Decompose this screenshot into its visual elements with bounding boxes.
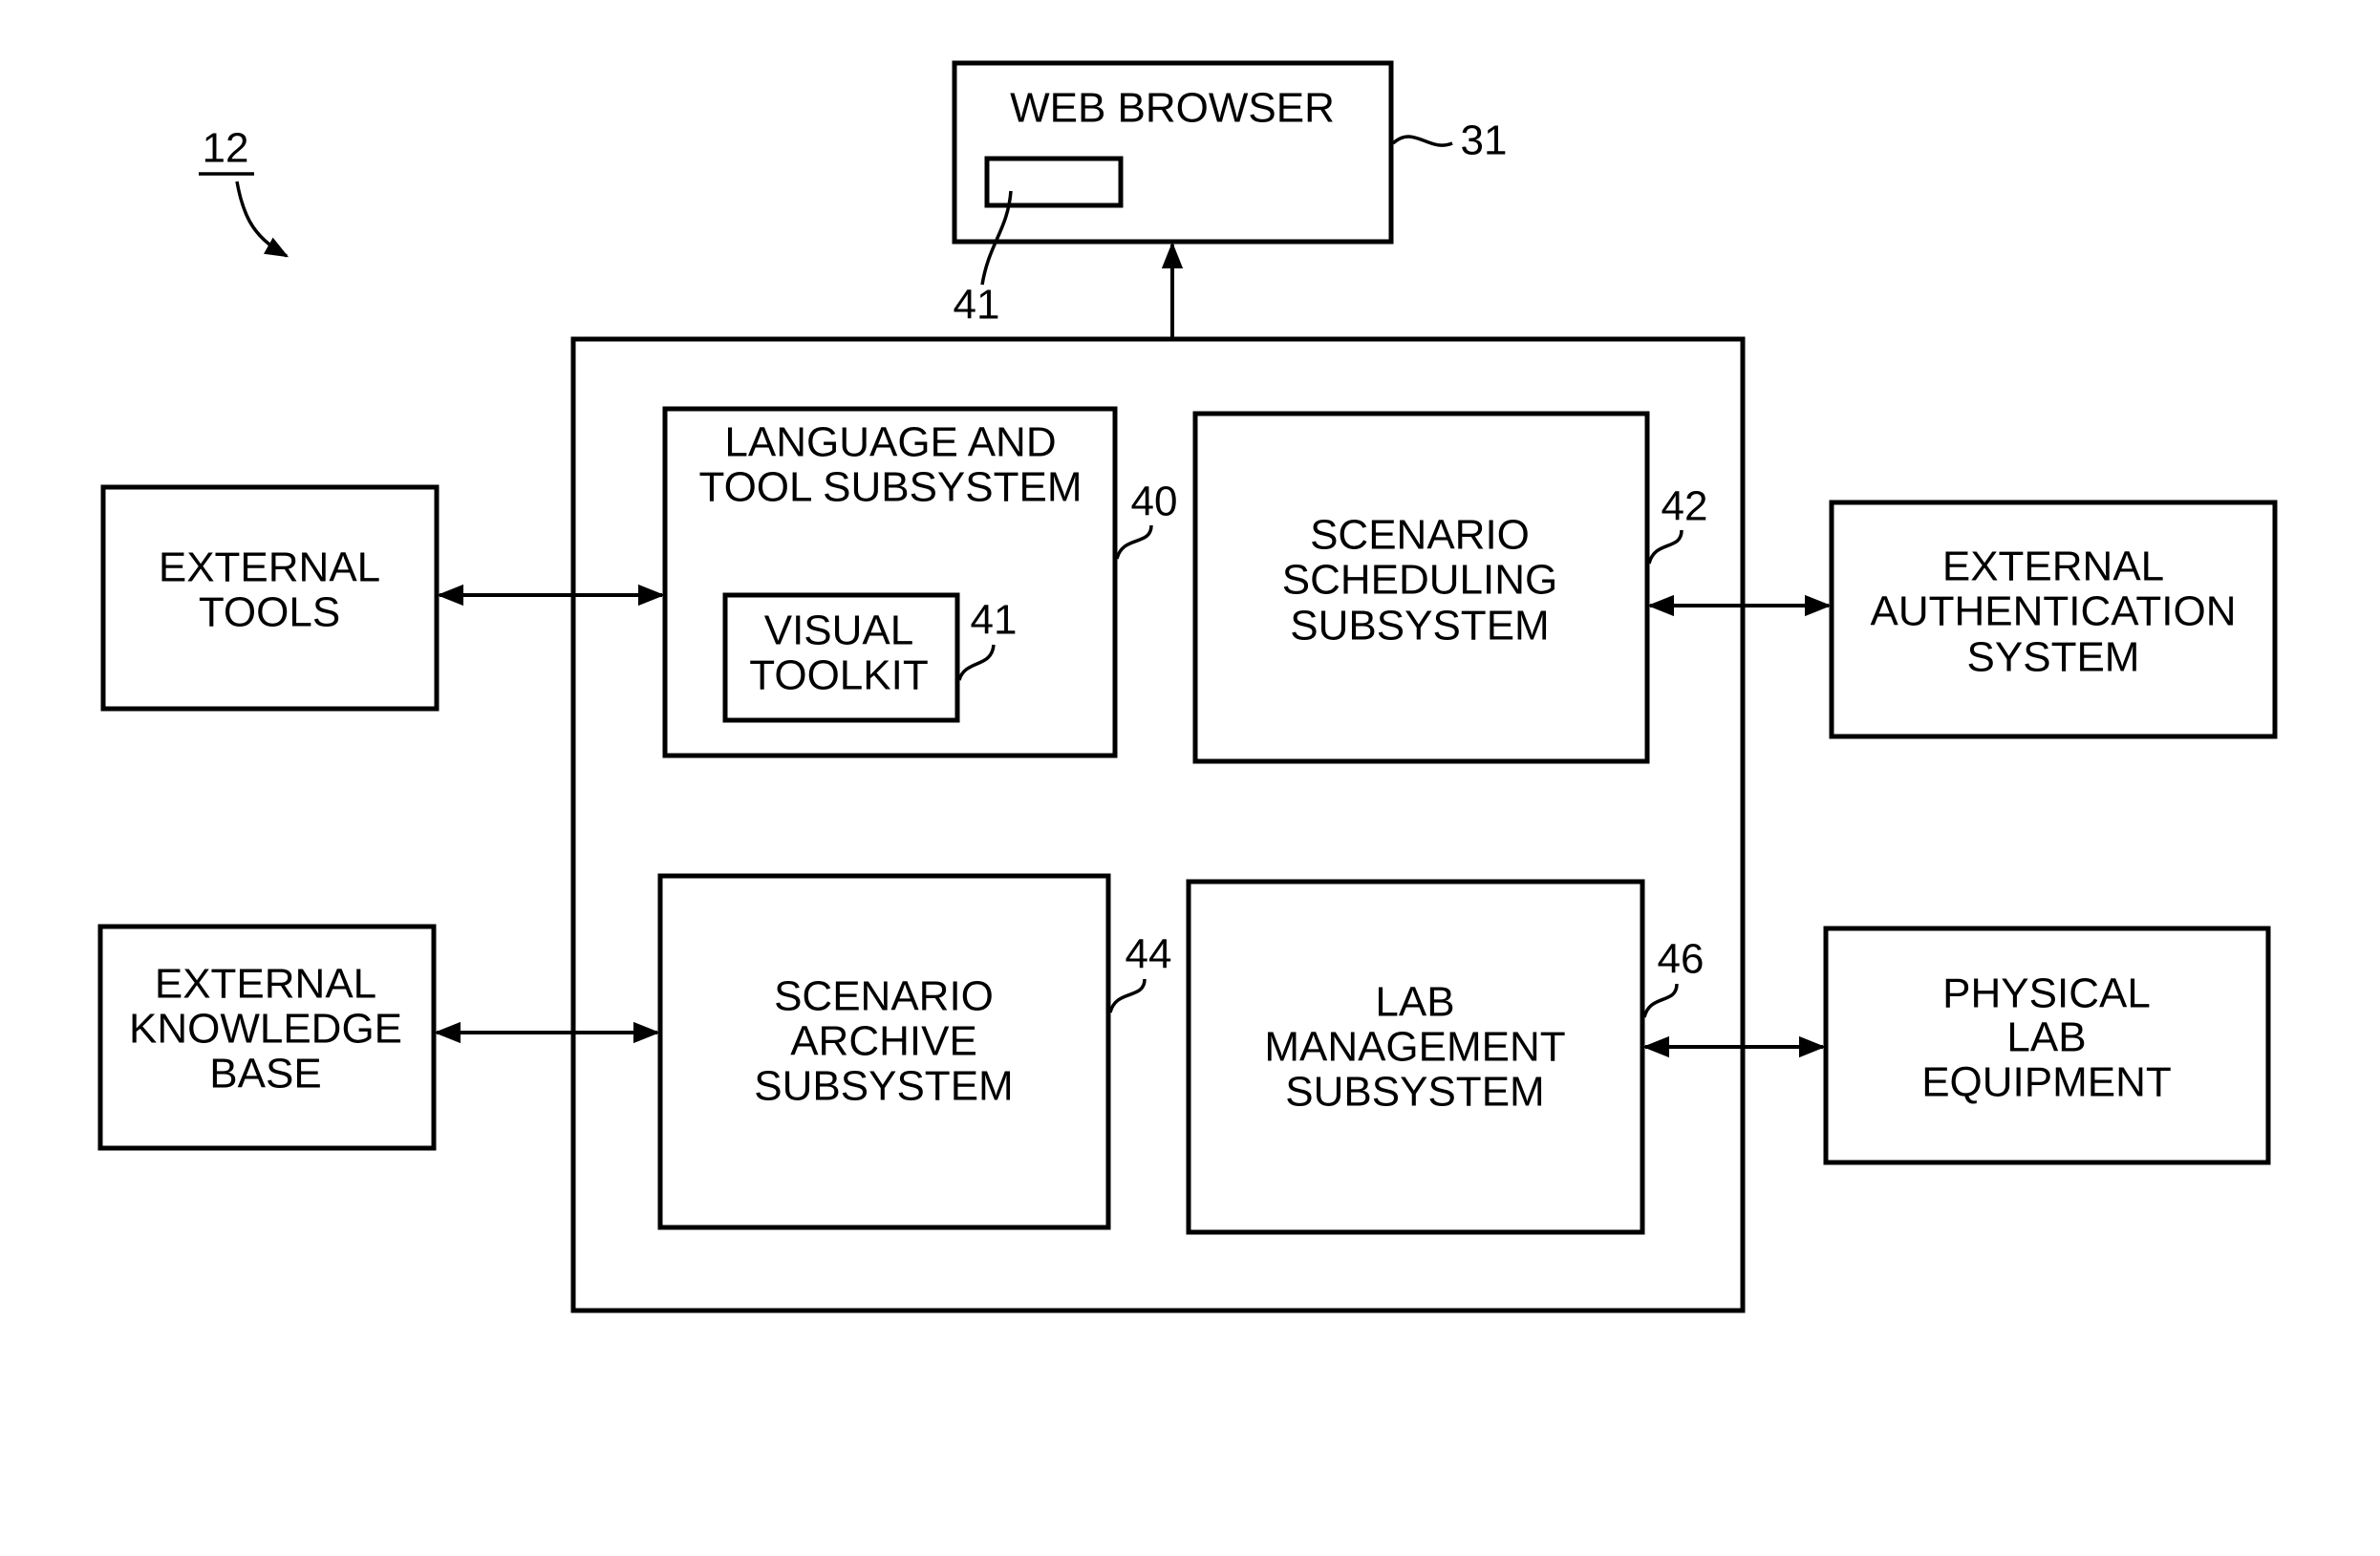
- web-browser-toolkit-window[interactable]: [984, 156, 1124, 208]
- web-browser-ref-leader: [1391, 135, 1453, 147]
- figure-reference-label: 12: [203, 125, 249, 172]
- lab-management-ref: 46: [1658, 936, 1705, 983]
- external-tools-label-line-2: TOOLS: [199, 589, 340, 636]
- scenario-scheduling-label-line-2: SCHEDULING: [1282, 557, 1558, 604]
- scenario-archive-ref: 44: [1126, 931, 1172, 978]
- external-knowledge-base-label-line-2: KNOWLEDGE: [129, 1006, 402, 1053]
- physical-lab-equipment-label-line-2: LAB: [2006, 1014, 2086, 1061]
- external-tools-block[interactable]: EXTERNAL TOOLS: [100, 484, 440, 712]
- visual-toolkit-ref: 41: [971, 597, 1018, 644]
- lab-management-label-line-3: SUBSYSTEM: [1285, 1069, 1544, 1116]
- scenario-archive-label-line-3: SUBSYSTEM: [754, 1063, 1013, 1110]
- scenario-scheduling-label-line-3: SUBSYSTEM: [1290, 603, 1549, 650]
- external-authentication-label-line-2: AUTHENTICATION: [1871, 588, 2237, 635]
- language-tool-label-line-2: TOOL SUBSYSTEM: [699, 464, 1083, 511]
- visual-toolkit-label-line-2: TOOLKIT: [749, 652, 928, 699]
- physical-lab-equipment-label-line-3: EQUIPMENT: [1921, 1059, 2172, 1106]
- external-tools-label-line-1: EXTERNAL: [159, 544, 380, 591]
- external-knowledge-base-block[interactable]: EXTERNAL KNOWLEDGE BASE: [97, 924, 437, 1151]
- scenario-archive-label-line-1: SCENARIO: [774, 973, 994, 1020]
- web-browser-ref: 31: [1461, 117, 1508, 164]
- figure-reference-arrow: [235, 181, 289, 258]
- external-authentication-label-line-3: SYSTEM: [1967, 634, 2140, 681]
- external-knowledge-base-label-line-1: EXTERNAL: [155, 961, 376, 1008]
- physical-lab-equipment-block[interactable]: PHYSICAL LAB EQUIPMENT: [1823, 926, 2271, 1165]
- figure-reference: 12: [199, 125, 289, 258]
- lab-management-label-line-2: MANAGEMENT: [1264, 1024, 1565, 1071]
- web-browser-block[interactable]: WEB BROWSER 31 41: [952, 60, 1508, 329]
- external-authentication-label-line-1: EXTERNAL: [1942, 544, 2164, 590]
- lab-management-label-line-1: LAB: [1375, 979, 1454, 1026]
- system-block-diagram: 12 WEB BROWSER 31 41 LANGUAGE AND TOOL S…: [97, 60, 2278, 1313]
- scenario-archive-label-line-2: ARCHIVE: [790, 1018, 977, 1065]
- physical-lab-equipment-label-line-1: PHYSICAL: [1942, 970, 2151, 1017]
- scenario-scheduling-label-line-1: SCENARIO: [1310, 512, 1530, 559]
- web-browser-label: WEB BROWSER: [1010, 85, 1335, 132]
- scenario-scheduling-ref: 42: [1662, 483, 1708, 530]
- language-tool-ref: 40: [1131, 479, 1178, 525]
- lab-management-subsystem-block[interactable]: LAB MANAGEMENT SUBSYSTEM 46: [1186, 879, 1705, 1235]
- visual-toolkit-label-line-1: VISUAL: [764, 607, 914, 654]
- web-browser-inner-ref: 41: [954, 282, 1000, 329]
- external-authentication-block[interactable]: EXTERNAL AUTHENTICATION SYSTEM: [1829, 500, 2278, 739]
- scenario-scheduling-subsystem-block[interactable]: SCENARIO SCHEDULING SUBSYSTEM 42: [1192, 411, 1708, 764]
- external-knowledge-base-label-line-3: BASE: [209, 1051, 321, 1098]
- scenario-archive-subsystem-block[interactable]: SCENARIO ARCHIVE SUBSYSTEM 44: [657, 873, 1172, 1230]
- language-tool-label-line-1: LANGUAGE AND: [724, 419, 1056, 466]
